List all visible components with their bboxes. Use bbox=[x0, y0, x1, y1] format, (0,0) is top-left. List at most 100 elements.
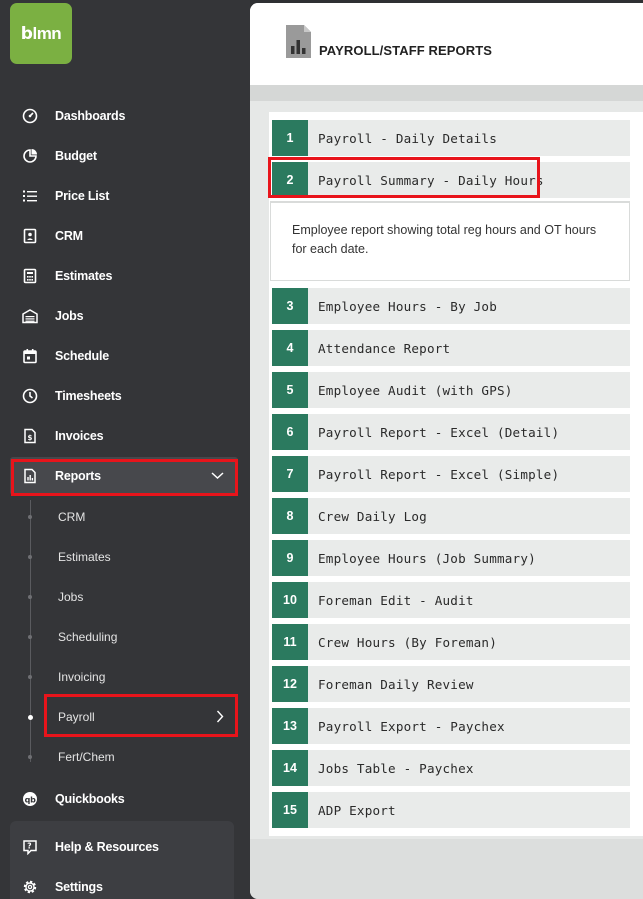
report-row-10[interactable]: 10 Foreman Edit - Audit bbox=[272, 582, 630, 618]
report-row-5[interactable]: 5 Employee Audit (with GPS) bbox=[272, 372, 630, 408]
sidebar-item-settings[interactable]: Settings bbox=[10, 868, 238, 899]
submenu-item-jobs[interactable]: Jobs bbox=[28, 580, 236, 614]
report-name: Crew Daily Log bbox=[318, 508, 427, 524]
sidebar-item-label: Jobs bbox=[55, 309, 84, 323]
report-row-4[interactable]: 4 Attendance Report bbox=[272, 330, 630, 366]
sidebar-item-label: Budget bbox=[55, 149, 97, 163]
report-list: 1 Payroll - Daily Details 2 Payroll Summar… bbox=[269, 112, 643, 836]
sidebar-item-reports[interactable]: Reports bbox=[10, 457, 238, 495]
report-name: Employee Hours - By Job bbox=[318, 298, 497, 314]
report-row-3[interactable]: 3 Employee Hours - By Job bbox=[272, 288, 630, 324]
report-number: 7 bbox=[272, 456, 308, 492]
sidebar-item-label: Price List bbox=[55, 189, 110, 203]
report-row-7[interactable]: 7 Payroll Report - Excel (Simple) bbox=[272, 456, 630, 492]
report-name: Payroll Report - Excel (Simple) bbox=[318, 466, 560, 482]
calendar-icon bbox=[21, 347, 39, 365]
submenu-item-fert-chem[interactable]: Fert/Chem bbox=[28, 740, 236, 774]
sidebar-item-label: Help & Resources bbox=[55, 840, 159, 854]
report-name: Foreman Daily Review bbox=[318, 676, 474, 692]
report-name: Crew Hours (By Foreman) bbox=[318, 634, 497, 650]
sidebar-item-estimates[interactable]: Estimates bbox=[10, 257, 238, 295]
footer-band bbox=[250, 839, 643, 899]
sidebar-item-quickbooks[interactable]: qb Quickbooks bbox=[10, 780, 238, 818]
report-number: 5 bbox=[272, 372, 308, 408]
submenu-label: Fert/Chem bbox=[58, 750, 115, 764]
sidebar-item-schedule[interactable]: Schedule bbox=[10, 337, 238, 375]
report-row-9[interactable]: 9 Employee Hours (Job Summary) bbox=[272, 540, 630, 576]
report-number: 6 bbox=[272, 414, 308, 450]
report-number: 13 bbox=[272, 708, 308, 744]
report-row-6[interactable]: 6 Payroll Report - Excel (Detail) bbox=[272, 414, 630, 450]
submenu-item-scheduling[interactable]: Scheduling bbox=[28, 620, 236, 654]
report-name: Jobs Table - Paychex bbox=[318, 760, 474, 776]
sidebar-item-help[interactable]: ? Help & Resources bbox=[10, 828, 238, 866]
submenu-dot bbox=[28, 635, 32, 639]
report-number: 14 bbox=[272, 750, 308, 786]
report-row-8[interactable]: 8 Crew Daily Log bbox=[272, 498, 630, 534]
logo-glyph: b bbox=[20, 23, 33, 44]
report-row-14[interactable]: 14 Jobs Table - Paychex bbox=[272, 750, 630, 786]
report-name: ADP Export bbox=[318, 802, 396, 818]
sidebar-item-timesheets[interactable]: Timesheets bbox=[10, 377, 238, 415]
pie-chart-icon bbox=[21, 147, 39, 165]
contact-card-icon bbox=[21, 227, 39, 245]
report-number: 8 bbox=[272, 498, 308, 534]
sidebar-item-price-list[interactable]: Price List bbox=[10, 177, 238, 215]
report-name: Employee Audit (with GPS) bbox=[318, 382, 513, 398]
lmn-logo[interactable]: b lmn bbox=[10, 3, 72, 64]
report-name: Payroll Summary - Daily Hours bbox=[318, 172, 544, 188]
report-row-2[interactable]: 2 Payroll Summary - Daily Hours bbox=[272, 162, 630, 198]
page-header: PAYROLL/STAFF REPORTS bbox=[250, 3, 643, 85]
sidebar: b lmn Dashboards Budget Price List CRM Es… bbox=[0, 0, 250, 899]
submenu-label: Payroll bbox=[58, 710, 95, 724]
sidebar-item-label: Dashboards bbox=[55, 109, 126, 123]
submenu-dot bbox=[27, 714, 33, 720]
report-number: 11 bbox=[272, 624, 308, 660]
report-row-1[interactable]: 1 Payroll - Daily Details bbox=[272, 120, 630, 156]
report-description-panel: Employee report showing total reg hours … bbox=[270, 201, 630, 281]
logo-text: lmn bbox=[32, 23, 62, 43]
sidebar-item-dashboards[interactable]: Dashboards bbox=[10, 97, 238, 135]
chevron-down-icon bbox=[211, 469, 224, 483]
report-name: Attendance Report bbox=[318, 340, 451, 356]
submenu-item-invoicing[interactable]: Invoicing bbox=[28, 660, 236, 694]
submenu-item-payroll[interactable]: Payroll bbox=[27, 700, 236, 734]
sidebar-item-jobs[interactable]: Jobs bbox=[10, 297, 238, 335]
sidebar-item-label: Quickbooks bbox=[55, 792, 125, 806]
clock-icon bbox=[21, 387, 39, 405]
report-number: 1 bbox=[272, 120, 308, 156]
sidebar-item-label: CRM bbox=[55, 229, 83, 243]
report-number: 15 bbox=[272, 792, 308, 828]
submenu-dot bbox=[28, 515, 32, 519]
report-row-11[interactable]: 11 Crew Hours (By Foreman) bbox=[272, 624, 630, 660]
sidebar-item-label: Reports bbox=[55, 469, 101, 483]
report-row-13[interactable]: 13 Payroll Export - Paychex bbox=[272, 708, 630, 744]
submenu-dot bbox=[28, 675, 32, 679]
report-name: Employee Hours (Job Summary) bbox=[318, 550, 536, 566]
report-number: 2 bbox=[272, 162, 308, 198]
submenu-label: Estimates bbox=[58, 550, 111, 564]
svg-text:?: ? bbox=[27, 842, 31, 851]
sidebar-item-label: Invoices bbox=[55, 429, 104, 443]
submenu-item-crm[interactable]: CRM bbox=[28, 500, 236, 534]
sidebar-item-budget[interactable]: Budget bbox=[10, 137, 238, 175]
sidebar-item-label: Settings bbox=[55, 880, 103, 894]
report-row-15[interactable]: 15 ADP Export bbox=[272, 792, 630, 828]
main-panel: PAYROLL/STAFF REPORTS 1 Payroll - Daily D… bbox=[250, 3, 643, 899]
svg-text:$: $ bbox=[28, 434, 33, 442]
report-name: Payroll - Daily Details bbox=[318, 130, 497, 146]
page-title: PAYROLL/STAFF REPORTS bbox=[319, 43, 493, 58]
submenu-item-estimates[interactable]: Estimates bbox=[28, 540, 236, 574]
report-number: 12 bbox=[272, 666, 308, 702]
chevron-right-icon bbox=[216, 710, 224, 726]
report-number: 10 bbox=[272, 582, 308, 618]
submenu-line bbox=[30, 500, 31, 762]
sidebar-item-invoices[interactable]: $ Invoices bbox=[10, 417, 238, 455]
help-icon: ? bbox=[21, 838, 39, 856]
sidebar-item-label: Estimates bbox=[55, 269, 113, 283]
sidebar-item-crm[interactable]: CRM bbox=[10, 217, 238, 255]
sidebar-item-label: Timesheets bbox=[55, 389, 122, 403]
report-row-12[interactable]: 12 Foreman Daily Review bbox=[272, 666, 630, 702]
svg-text:qb: qb bbox=[25, 795, 37, 804]
gauge-icon bbox=[21, 107, 39, 125]
